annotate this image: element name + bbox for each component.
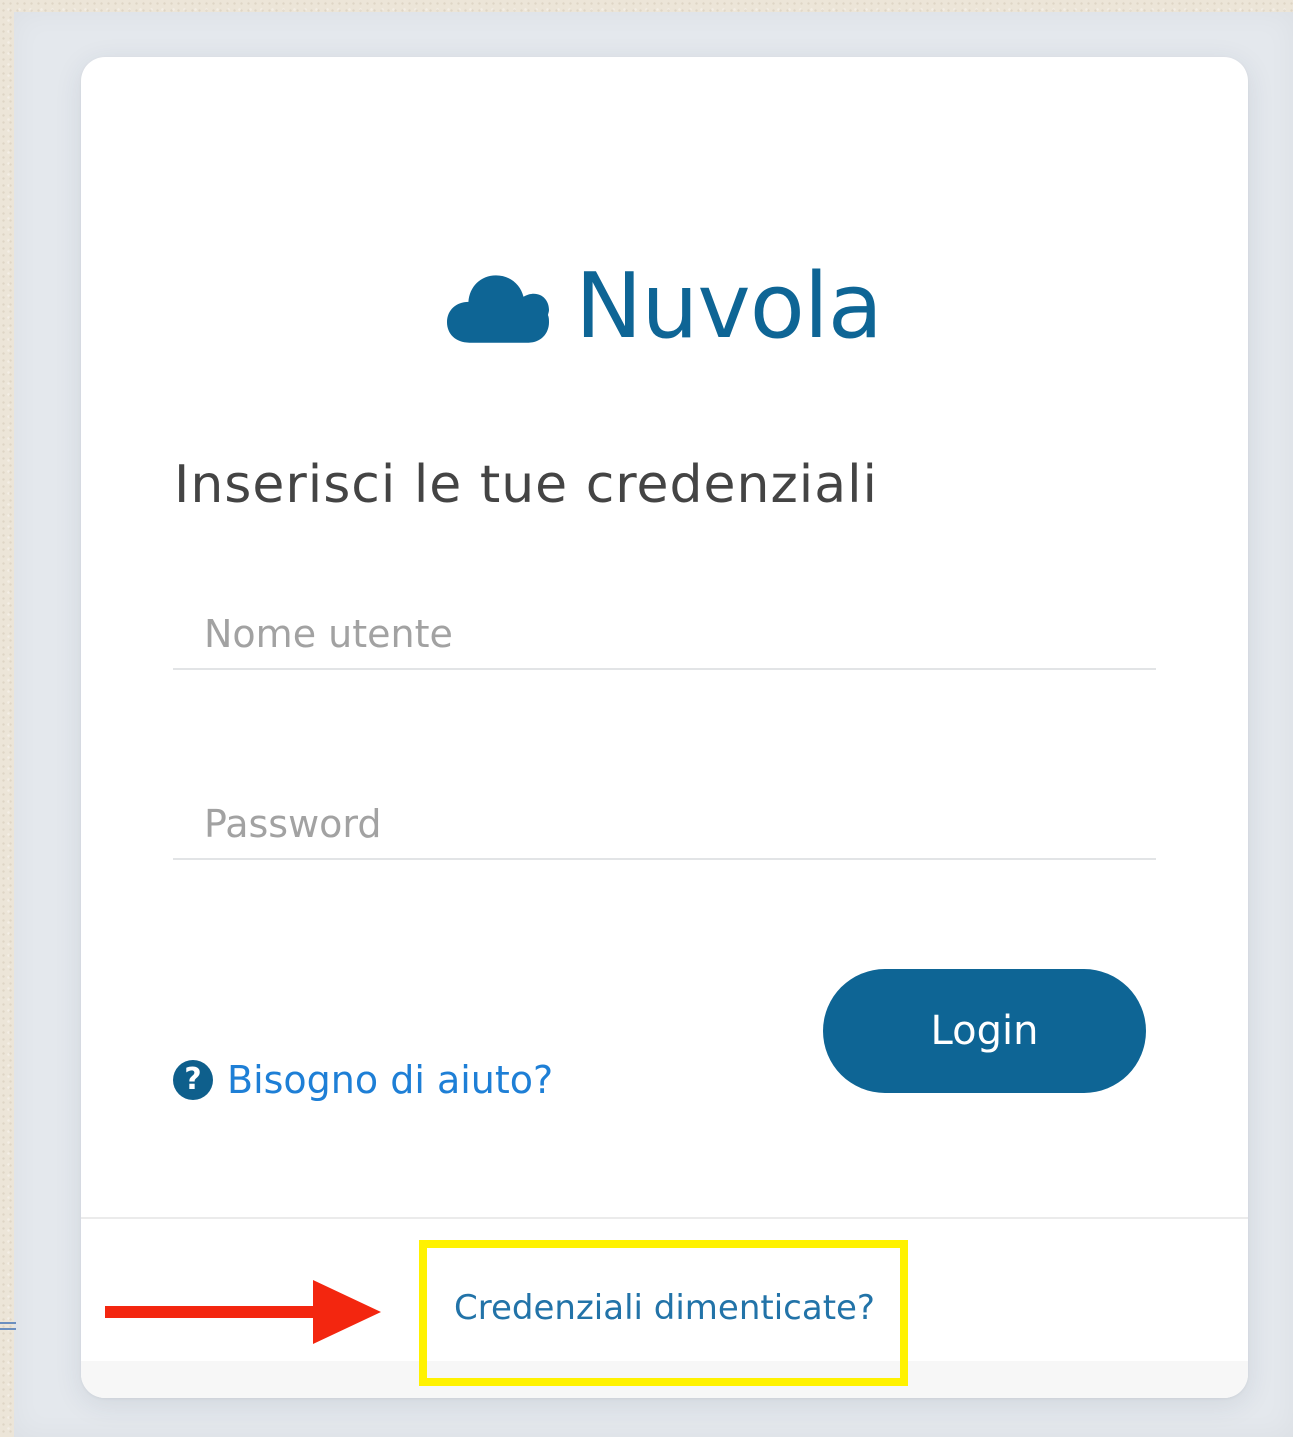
login-card: Nuvola Inserisci le tue credenziali ? Bi… xyxy=(81,57,1248,1398)
password-input[interactable] xyxy=(173,790,1156,860)
page-title: Inserisci le tue credenziali xyxy=(174,455,878,515)
login-button[interactable]: Login xyxy=(823,969,1146,1093)
username-input[interactable] xyxy=(173,600,1156,670)
brand-logo: Nuvola xyxy=(81,247,1248,367)
help-link-label: Bisogno di aiuto? xyxy=(227,1058,554,1102)
card-footer: Credenziali dimenticate? xyxy=(81,1217,1248,1398)
question-circle-icon: ? xyxy=(173,1060,213,1100)
forgot-credentials-link[interactable]: Credenziali dimenticate? xyxy=(81,1291,1248,1325)
help-link[interactable]: ? Bisogno di aiuto? xyxy=(173,1060,553,1100)
cloud-icon xyxy=(447,275,550,343)
brand-name: Nuvola xyxy=(575,254,883,359)
